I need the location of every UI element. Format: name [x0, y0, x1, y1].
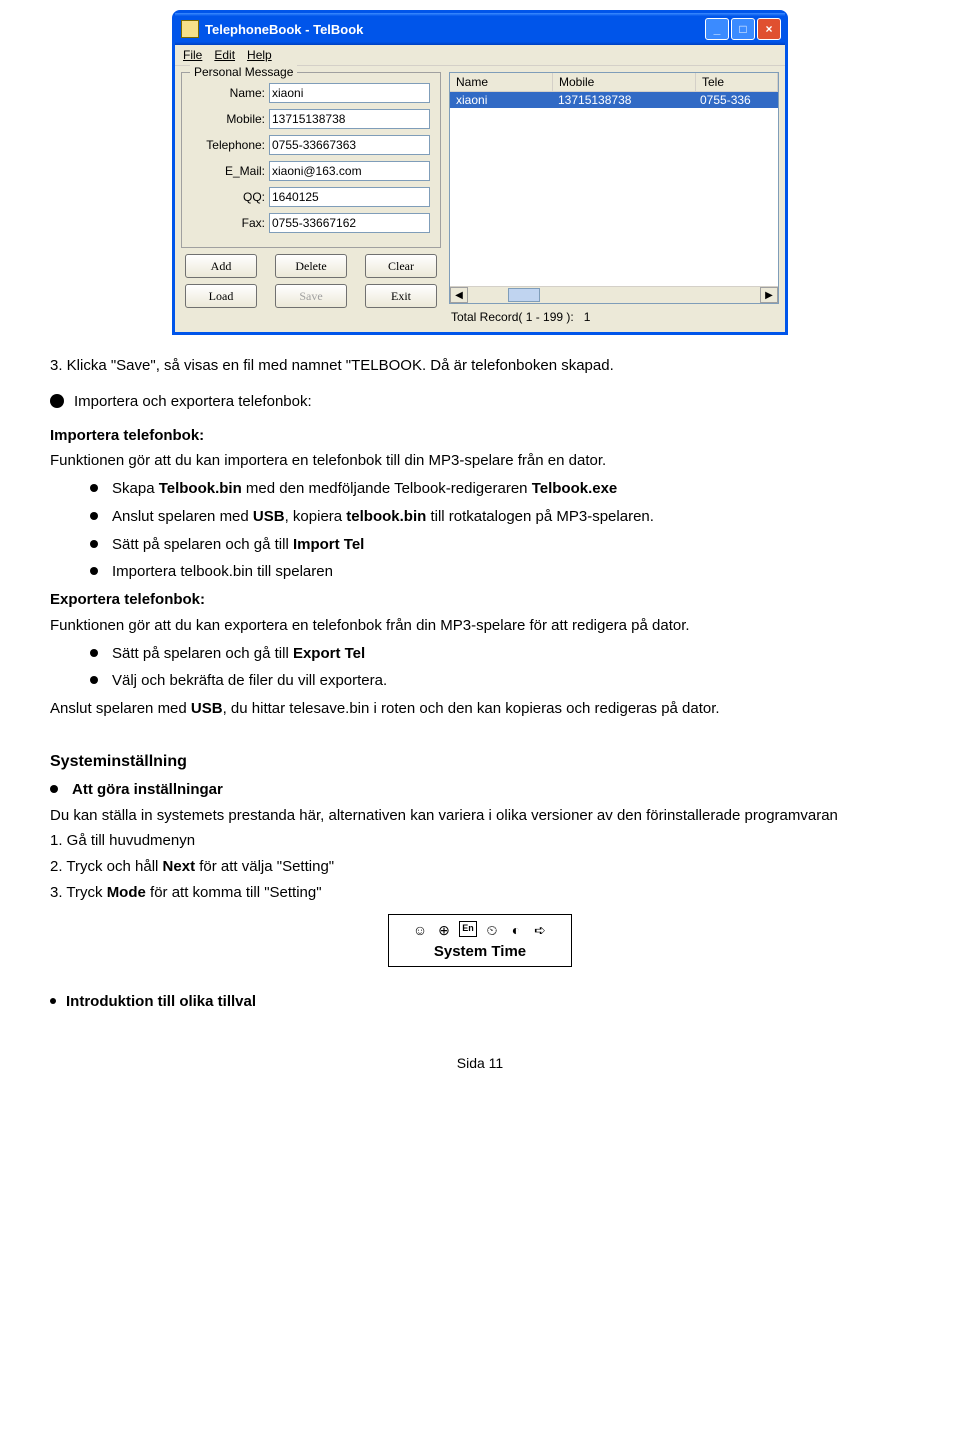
email-label: E_Mail:: [192, 164, 269, 178]
bullet-icon: [90, 512, 98, 520]
clear-button[interactable]: Clear: [365, 254, 437, 278]
fax-input[interactable]: [269, 213, 430, 233]
bullet-icon: [90, 676, 98, 684]
system-time-label: System Time: [395, 941, 565, 963]
total-value: 1: [584, 310, 591, 324]
sys-step1: 1. Gå till huvudmenyn: [50, 830, 910, 852]
telephone-input[interactable]: [269, 135, 430, 155]
app-icon: [181, 20, 199, 38]
menu-help[interactable]: Help: [247, 48, 272, 62]
contrast-icon: ◐: [507, 921, 525, 939]
cell-tele: 0755-336: [694, 92, 778, 108]
sys-step3: 3. Tryck Mode för att komma till "Settin…: [50, 882, 910, 904]
exp-b1: Sätt på spelaren och gå till Export Tel: [112, 643, 365, 665]
menu-edit[interactable]: Edit: [214, 48, 235, 62]
imp-b4: Importera telbook.bin till spelaren: [112, 561, 333, 583]
arrow-right-icon: ➪: [531, 921, 549, 939]
list-row[interactable]: xiaoni 13715138738 0755-336: [450, 92, 778, 108]
window-title: TelephoneBook - TelBook: [205, 22, 705, 37]
bullet-icon: [90, 484, 98, 492]
cell-name: xiaoni: [450, 92, 552, 108]
qq-label: QQ:: [192, 190, 269, 204]
menu-file[interactable]: File: [183, 48, 202, 62]
cell-mobile: 13715138738: [552, 92, 694, 108]
system-time-icons: ☺ ⊕ En ⏲ ◐ ➪: [395, 921, 565, 939]
minimize-button[interactable]: _: [705, 18, 729, 40]
imp-header: Importera telefonbok:: [50, 427, 204, 444]
step3-text: 3. Klicka "Save", så visas en fil med na…: [50, 355, 910, 377]
imp-exp-header: Importera och exportera telefonbok:: [74, 391, 312, 413]
total-label: Total Record( 1 - 199 ):: [451, 310, 574, 324]
scroll-right-icon[interactable]: ▶: [760, 287, 778, 303]
close-button[interactable]: ×: [757, 18, 781, 40]
exp-header: Exportera telefonbok:: [50, 591, 205, 608]
page-footer: Sida 11: [50, 1053, 910, 1073]
fax-label: Fax:: [192, 216, 269, 230]
col-tele[interactable]: Tele: [696, 73, 778, 91]
telbook-window: TelephoneBook - TelBook _ □ × File Edit …: [172, 10, 788, 335]
scroll-left-icon[interactable]: ◀: [450, 287, 468, 303]
imp-intro: Funktionen gör att du kan importera en t…: [50, 450, 910, 472]
col-name[interactable]: Name: [450, 73, 553, 91]
name-label: Name:: [192, 86, 269, 100]
bullet-icon: [90, 649, 98, 657]
horizontal-scrollbar[interactable]: ◀ ▶: [450, 286, 778, 303]
person-icon: ☺: [411, 921, 429, 939]
save-button[interactable]: Save: [275, 284, 347, 308]
imp-b1: Skapa Telbook.bin med den medföljande Te…: [112, 478, 617, 500]
load-button[interactable]: Load: [185, 284, 257, 308]
telephone-label: Telephone:: [192, 138, 269, 152]
systeminstallning-title: Systeminställning: [50, 750, 910, 773]
globe-icon: ⊕: [435, 921, 453, 939]
email-input[interactable]: [269, 161, 430, 181]
clock-icon: ⏲: [483, 921, 501, 939]
col-mobile[interactable]: Mobile: [553, 73, 696, 91]
menubar: File Edit Help: [175, 45, 785, 66]
name-input[interactable]: [269, 83, 430, 103]
system-time-box: ☺ ⊕ En ⏲ ◐ ➪ System Time: [388, 914, 572, 968]
add-button[interactable]: Add: [185, 254, 257, 278]
sys-att: Att göra inställningar: [72, 781, 223, 798]
exp-note: Anslut spelaren med USB, du hittar teles…: [50, 698, 910, 720]
contacts-list[interactable]: Name Mobile Tele xiaoni 13715138738 0755…: [449, 72, 779, 304]
titlebar: TelephoneBook - TelBook _ □ ×: [175, 13, 785, 45]
mobile-input[interactable]: [269, 109, 430, 129]
bullet-icon: [90, 567, 98, 575]
bullet-icon: [50, 785, 58, 793]
imp-b2: Anslut spelaren med USB, kopiera telbook…: [112, 506, 654, 528]
total-record: Total Record( 1 - 199 ): 1: [449, 304, 779, 326]
bullet-icon: [90, 540, 98, 548]
sys-step2: 2. Tryck och håll Next för att välja "Se…: [50, 856, 910, 878]
exp-b2: Välj och bekräfta de filer du vill expor…: [112, 670, 387, 692]
scroll-thumb[interactable]: [508, 288, 540, 302]
mobile-label: Mobile:: [192, 112, 269, 126]
exp-intro: Funktionen gör att du kan exportera en t…: [50, 615, 910, 637]
maximize-button[interactable]: □: [731, 18, 755, 40]
lang-icon: En: [459, 921, 477, 937]
delete-button[interactable]: Delete: [275, 254, 347, 278]
imp-b3: Sätt på spelaren och gå till Import Tel: [112, 534, 364, 556]
intro-header: Introduktion till olika tillval: [66, 993, 256, 1010]
bullet-icon: [50, 998, 56, 1004]
exit-button[interactable]: Exit: [365, 284, 437, 308]
personal-message-group: Personal Message Name: Mobile: Telephone…: [181, 72, 441, 248]
bullet-icon: [50, 394, 64, 408]
list-header: Name Mobile Tele: [450, 73, 778, 92]
group-caption: Personal Message: [190, 65, 297, 79]
qq-input[interactable]: [269, 187, 430, 207]
sys-desc: Du kan ställa in systemets prestanda här…: [50, 805, 910, 827]
